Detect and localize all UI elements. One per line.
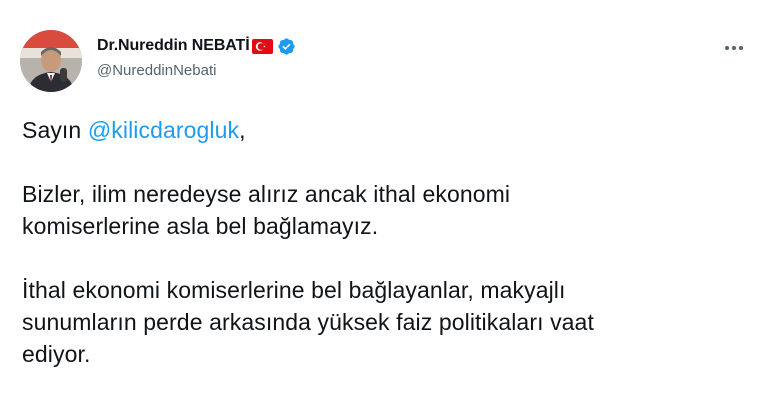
greeting-suffix: , — [239, 117, 246, 143]
more-options-button[interactable] — [720, 36, 748, 58]
avatar[interactable] — [20, 30, 82, 92]
turkey-flag-icon — [251, 38, 273, 54]
tweet-text: Sayın @kilicdarogluk, Bizler, ilim nered… — [22, 114, 762, 370]
author-display-name[interactable]: Dr.Nureddin NEBATİ — [97, 37, 250, 55]
tweet-paragraph-3: İthal ekonomi komiserlerine bel bağlayan… — [22, 277, 594, 367]
author-header: Dr.Nureddin NEBATİ @NureddinNebati — [97, 35, 296, 79]
avatar-image — [20, 30, 82, 92]
author-handle[interactable]: @NureddinNebati — [97, 62, 296, 79]
mention-link[interactable]: @kilicdarogluk — [88, 117, 239, 143]
tweet-paragraph-2: Bizler, ilim neredeyse alırız ancak itha… — [22, 181, 511, 239]
tweet-greeting: Sayın @kilicdarogluk, — [22, 114, 762, 146]
verified-badge-icon — [277, 37, 296, 56]
tweet-card: Dr.Nureddin NEBATİ @NureddinNebati Sayın… — [0, 0, 770, 409]
name-row: Dr.Nureddin NEBATİ — [97, 35, 296, 57]
more-options-icon — [724, 38, 744, 56]
greeting-prefix: Sayın — [22, 117, 88, 143]
